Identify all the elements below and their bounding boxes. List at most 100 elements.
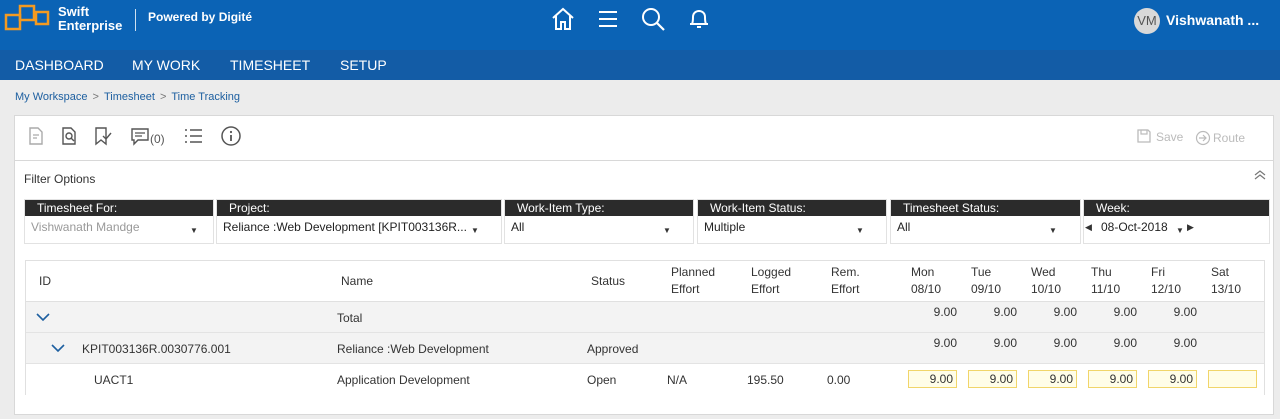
work-item-status-value: Multiple [704,220,746,234]
effort-input-fri[interactable]: 9.00 [1148,370,1197,388]
nav-timesheet[interactable]: TIMESHEET [230,57,310,73]
col-logged-effort[interactable]: Logged Effort [751,264,791,298]
project-name: Reliance :Web Development [337,342,489,356]
col-mon[interactable]: Mon 08/10 [911,264,941,298]
filter-label: Work-Item Type: [505,200,693,216]
project-mon: 9.00 [933,336,957,350]
header-divider [135,9,136,31]
filter-label: Week: [1084,200,1269,216]
col-id[interactable]: ID [39,273,51,290]
effort-input-mon[interactable]: 9.00 [908,370,957,388]
col-sat[interactable]: Sat 13/10 [1211,264,1241,298]
effort-input-wed[interactable]: 9.00 [1028,370,1077,388]
top-bar: Swift Enterprise Powered by Digité VM Vi… [0,0,1280,50]
task-remaining-effort: 0.00 [827,373,851,387]
project-id[interactable]: KPIT003136R.0030776.001 [82,342,231,356]
task-id[interactable]: UACT1 [94,373,133,387]
chevron-down-icon[interactable] [51,343,65,353]
project-filter[interactable]: Project: Reliance :Web Development [KPIT… [216,199,502,244]
toolbar: (0) Save Route [15,116,1273,161]
total-thu: 9.00 [1113,305,1137,319]
caret-down-icon: ▼ [1049,226,1057,235]
project-value: Reliance :Web Development [KPIT003136R..… [223,220,467,234]
nav-my-work[interactable]: MY WORK [132,57,200,73]
next-week-icon[interactable]: ▶ [1187,222,1194,233]
week-filter[interactable]: Week: ◀ 08-Oct-2018 ▼ ▶ [1083,199,1270,244]
route-label: Route [1213,131,1246,145]
breadcrumb-my-workspace[interactable]: My Workspace [15,91,88,103]
save-label: Save [1156,130,1184,144]
main-nav: DASHBOARD MY WORK TIMESHEET SETUP [0,50,1280,80]
col-planned-effort[interactable]: Planned Effort [671,264,715,298]
timesheet-status-filter[interactable]: Timesheet Status: All ▼ [890,199,1081,244]
project-tue: 9.00 [993,336,1017,350]
work-item-status-filter[interactable]: Work-Item Status: Multiple ▼ [697,199,887,244]
col-thu[interactable]: Thu 11/10 [1091,264,1120,298]
caret-down-icon: ▼ [190,226,198,235]
route-button[interactable]: Route [1195,130,1245,146]
powered-by-label: Powered by Digité [148,10,253,24]
col-wed[interactable]: Wed 10/10 [1031,264,1061,298]
total-wed: 9.00 [1053,305,1077,319]
caret-down-icon[interactable]: ▼ [1176,226,1184,235]
table-row-project: KPIT003136R.0030776.001 Reliance :Web De… [26,333,1264,364]
col-fri[interactable]: Fri 12/10 [1151,264,1181,298]
col-rem-effort[interactable]: Rem. Effort [831,264,860,298]
project-thu: 9.00 [1113,336,1137,350]
menu-icon[interactable] [595,6,621,32]
timesheet-grid: ID Name Status Planned Effort Logged Effor… [25,260,1265,395]
search-document-icon[interactable] [58,125,80,147]
task-logged-effort: 195.50 [747,373,784,387]
nav-setup[interactable]: SETUP [340,57,387,73]
comment-icon[interactable] [129,125,151,147]
effort-input-thu[interactable]: 9.00 [1088,370,1137,388]
timesheet-for-filter[interactable]: Timesheet For: Vishwanath Mandge ▼ [24,199,214,244]
task-planned-effort: N/A [667,373,688,387]
timesheet-panel: (0) Save Route Filter Options Timesheet … [14,115,1274,415]
list-icon[interactable] [182,125,204,147]
save-icon [1137,129,1151,143]
caret-down-icon: ▼ [856,226,864,235]
work-item-type-filter[interactable]: Work-Item Type: All ▼ [504,199,694,244]
collapse-up-icon[interactable] [1253,168,1267,182]
avatar[interactable]: VM [1134,8,1160,34]
chevron-down-icon[interactable] [36,312,50,322]
user-name[interactable]: Vishwanath ... [1166,12,1259,28]
bell-icon[interactable] [686,6,712,32]
grid-header: ID Name Status Planned Effort Logged Effor… [26,261,1264,302]
search-icon[interactable] [640,6,666,32]
info-icon[interactable] [220,125,242,147]
chevron-right-icon: > [92,91,99,103]
save-button[interactable]: Save [1136,128,1183,144]
breadcrumb-timesheet[interactable]: Timesheet [104,91,155,103]
col-name[interactable]: Name [341,273,373,290]
col-tue[interactable]: Tue 09/10 [971,264,1001,298]
week-value: 08-Oct-2018 [1101,220,1168,234]
breadcrumb: My Workspace > Timesheet > Time Tracking [15,91,240,103]
new-document-icon[interactable] [25,125,47,147]
caret-down-icon: ▼ [663,226,671,235]
comment-count: (0) [150,132,165,146]
effort-input-sat[interactable] [1208,370,1257,388]
project-status: Approved [587,342,639,356]
breadcrumb-time-tracking: Time Tracking [171,91,241,103]
nav-dashboard[interactable]: DASHBOARD [15,57,104,73]
project-fri: 9.00 [1173,336,1197,350]
col-status[interactable]: Status [591,273,625,290]
swift-logo-icon[interactable] [4,2,52,36]
home-icon[interactable] [550,6,576,32]
filter-options-title[interactable]: Filter Options [24,172,95,186]
caret-down-icon: ▼ [471,226,479,235]
timesheet-status-value: All [897,220,911,234]
prev-week-icon[interactable]: ◀ [1085,222,1092,233]
route-icon [1195,130,1211,146]
table-row-total: Total 9.00 9.00 9.00 9.00 9.00 [26,302,1264,333]
effort-input-tue[interactable]: 9.00 [968,370,1017,388]
timesheet-for-value: Vishwanath Mandge [31,220,140,234]
total-fri: 9.00 [1173,305,1197,319]
bookmark-icon[interactable] [91,125,113,147]
project-wed: 9.00 [1053,336,1077,350]
chevron-right-icon: > [159,91,167,103]
task-name: Application Development [337,373,470,387]
total-tue: 9.00 [993,305,1017,319]
